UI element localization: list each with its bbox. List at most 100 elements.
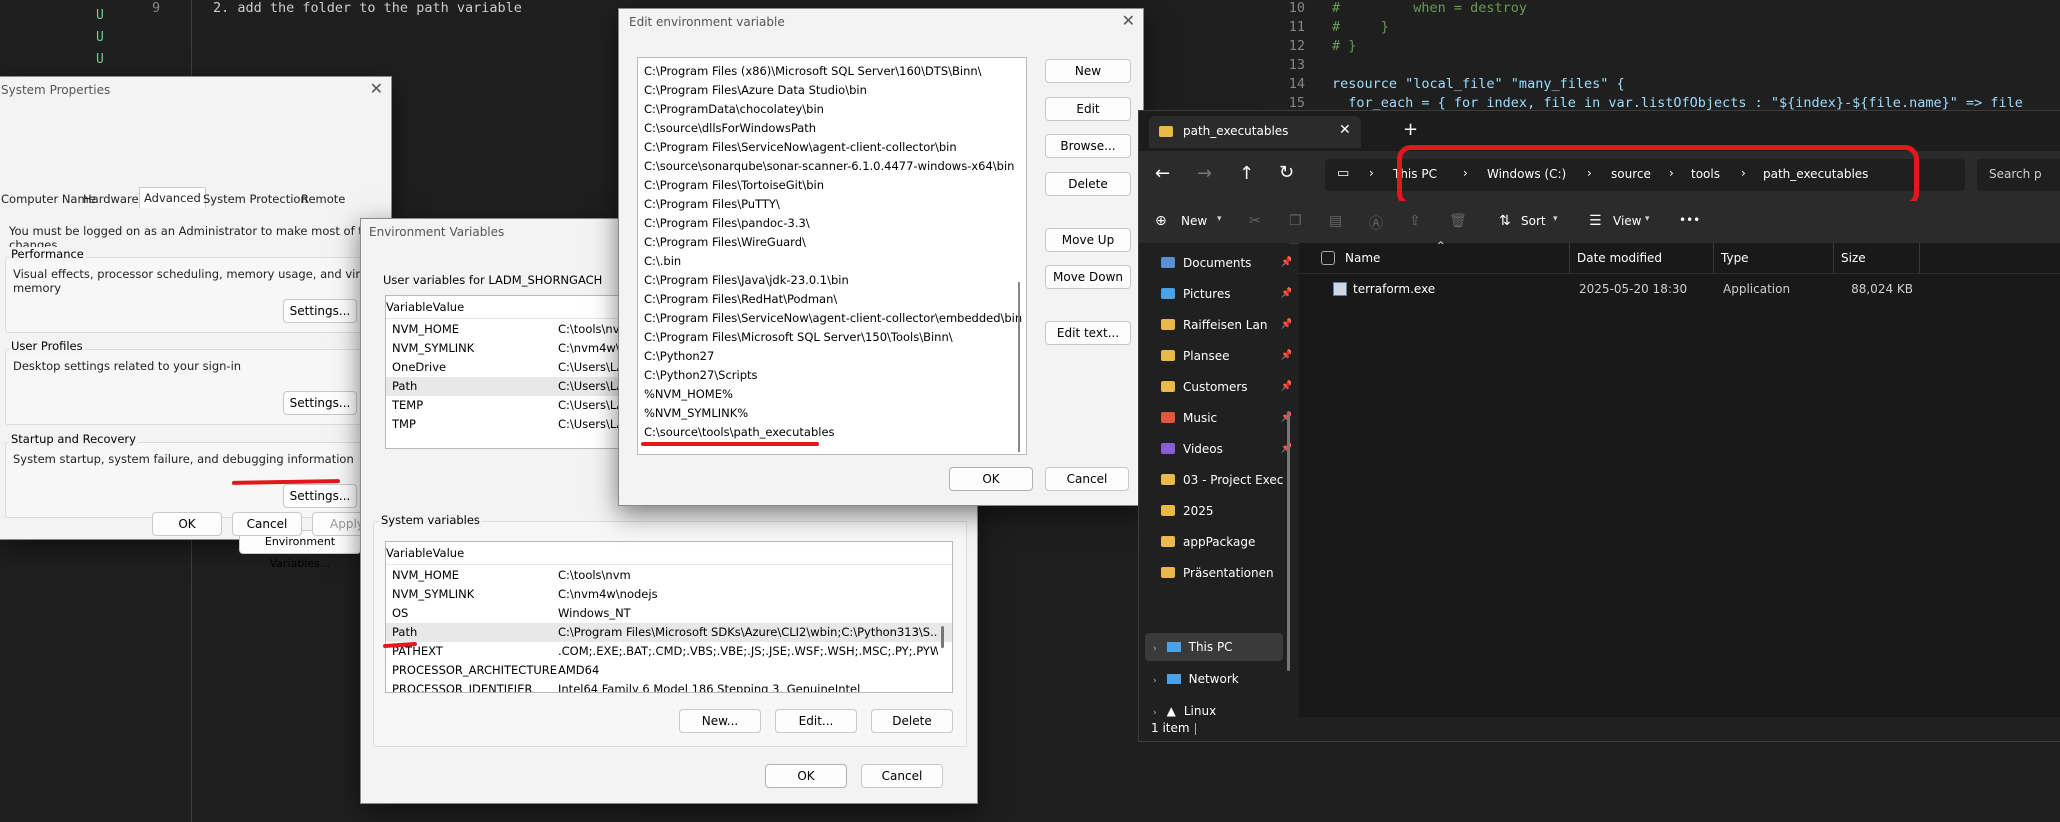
- tab-advanced[interactable]: Advanced: [139, 187, 206, 208]
- table-row[interactable]: Path C:\Program Files\Microsoft SDKs\Azur…: [386, 623, 952, 642]
- table-row[interactable]: NVM_HOME C:\tools\nvm: [386, 566, 952, 585]
- path-entry[interactable]: %NVM_HOME%: [638, 385, 1026, 404]
- startup-settings-button[interactable]: Settings...: [283, 484, 357, 508]
- path-entry[interactable]: C:\ProgramData\chocolatey\bin: [638, 100, 1026, 119]
- edit-text-button[interactable]: Edit text...: [1045, 321, 1131, 345]
- path-entry[interactable]: C:\Program Files\PuTTY\: [638, 195, 1026, 214]
- scrollbar-thumb[interactable]: [941, 626, 944, 648]
- ok-button[interactable]: OK: [765, 764, 847, 788]
- table-row[interactable]: NVM_SYMLINK C:\nvm4w\nodejs: [386, 585, 952, 604]
- tab-system-protection[interactable]: System Protection: [203, 189, 308, 209]
- more-options-icon[interactable]: •••: [1679, 213, 1700, 227]
- new-variable-button[interactable]: New...: [679, 709, 761, 733]
- scrollbar-thumb[interactable]: [1018, 282, 1020, 452]
- edit-entry-button[interactable]: Edit: [1045, 97, 1131, 121]
- share-icon[interactable]: ⇪: [1409, 213, 1421, 229]
- pin-icon[interactable]: 📌: [1281, 313, 1291, 337]
- file-row[interactable]: terraform.exe 2025-05-20 18:30 Applicati…: [1299, 277, 2060, 301]
- cancel-button[interactable]: Cancel: [861, 764, 943, 788]
- path-entry[interactable]: C:\Program Files (x86)\Microsoft SQL Ser…: [638, 62, 1026, 81]
- back-icon[interactable]: ←: [1155, 163, 1170, 184]
- code-line[interactable]: # }: [1332, 38, 1356, 54]
- sidebar-item[interactable]: Customers 📌: [1161, 375, 1291, 399]
- path-entry[interactable]: C:\Program Files\ServiceNow\agent-client…: [638, 309, 1026, 328]
- code-line[interactable]: # when = destroy: [1332, 0, 1527, 16]
- user-profiles-settings-button[interactable]: Settings...: [283, 391, 357, 415]
- browse-button[interactable]: Browse...: [1045, 134, 1131, 158]
- sidebar-item[interactable]: appPackage: [1161, 530, 1291, 554]
- ok-button[interactable]: OK: [152, 512, 222, 536]
- path-entry[interactable]: C:\source\sonarqube\sonar-scanner-6.1.0.…: [638, 157, 1026, 176]
- tab-hardware[interactable]: Hardware: [83, 189, 139, 209]
- move-up-button[interactable]: Move Up: [1045, 228, 1131, 252]
- path-entry[interactable]: C:\Program Files\pandoc-3.3\: [638, 214, 1026, 233]
- scrollbar-thumb[interactable]: [1287, 411, 1290, 671]
- new-tab-icon[interactable]: +: [1403, 119, 1418, 140]
- delete-icon[interactable]: 🗑: [1449, 213, 1467, 229]
- sidebar-item[interactable]: Music 📌: [1161, 406, 1291, 430]
- chevron-down-icon[interactable]: ▾: [1553, 214, 1558, 224]
- table-row[interactable]: PROCESSOR_ARCHITECTURE AMD64: [386, 661, 952, 680]
- view-button[interactable]: View: [1613, 214, 1641, 228]
- chevron-down-icon[interactable]: ▾: [1645, 214, 1650, 224]
- path-entry[interactable]: C:\Program Files\Java\jdk-23.0.1\bin: [638, 271, 1026, 290]
- column-header-value[interactable]: Value: [433, 300, 465, 314]
- select-all-checkbox[interactable]: [1321, 251, 1335, 265]
- column-header-value[interactable]: Value: [433, 546, 465, 560]
- pin-icon[interactable]: 📌: [1281, 251, 1291, 275]
- paste-icon[interactable]: ▤: [1329, 213, 1342, 229]
- tab-computer-name[interactable]: Computer Name: [1, 189, 96, 209]
- sidebar-item[interactable]: Pictures 📌: [1161, 282, 1291, 306]
- code-line[interactable]: for_each = { for index, file in var.list…: [1332, 95, 2023, 111]
- explorer-tab[interactable]: path_executables ✕: [1149, 116, 1361, 148]
- column-header-type[interactable]: Type: [1721, 251, 1749, 265]
- tree-item-network[interactable]: › Network: [1153, 667, 1283, 691]
- sort-button[interactable]: Sort: [1521, 214, 1546, 228]
- table-row[interactable]: OS Windows_NT: [386, 604, 952, 623]
- close-icon[interactable]: ✕: [1122, 11, 1135, 30]
- close-icon[interactable]: ✕: [1339, 122, 1351, 138]
- pin-icon[interactable]: 📌: [1281, 344, 1291, 368]
- cut-icon[interactable]: ✂: [1249, 213, 1261, 229]
- move-down-button[interactable]: Move Down: [1045, 265, 1131, 289]
- refresh-icon[interactable]: ↻: [1279, 162, 1294, 183]
- rename-icon[interactable]: Ⓐ: [1369, 213, 1383, 233]
- new-button[interactable]: New: [1181, 214, 1207, 228]
- path-entry[interactable]: C:\Program Files\Azure Data Studio\bin: [638, 81, 1026, 100]
- tree-item-this-pc[interactable]: › This PC: [1153, 635, 1283, 659]
- search-box[interactable]: Search p: [1977, 159, 2060, 191]
- sidebar-item[interactable]: 2025: [1161, 499, 1291, 523]
- code-line[interactable]: 2. add the folder to the path variable: [213, 0, 522, 16]
- up-icon[interactable]: ↑: [1239, 163, 1254, 184]
- path-entry[interactable]: C:\Program Files\ServiceNow\agent-client…: [638, 138, 1026, 157]
- table-row[interactable]: PATHEXT .COM;.EXE;.BAT;.CMD;.VBS;.VBE;.JS…: [386, 642, 952, 661]
- table-row[interactable]: PROCESSOR_IDENTIFIER Intel64 Family 6 Mod…: [386, 680, 952, 692]
- path-entry[interactable]: C:\source\dllsForWindowsPath: [638, 119, 1026, 138]
- performance-settings-button[interactable]: Settings...: [283, 299, 357, 323]
- pin-icon[interactable]: 📌: [1281, 375, 1291, 399]
- path-entry[interactable]: C:\source\tools\path_executables: [638, 423, 1026, 442]
- column-header-size[interactable]: Size: [1841, 251, 1866, 265]
- chevron-right-icon[interactable]: ›: [1369, 166, 1374, 180]
- close-icon[interactable]: ✕: [370, 79, 383, 98]
- column-header-name[interactable]: Name: [1345, 251, 1380, 265]
- sidebar-item[interactable]: Raiffeisen Lan 📌: [1161, 313, 1291, 337]
- path-entry[interactable]: C:\Python27: [638, 347, 1026, 366]
- ok-button[interactable]: OK: [949, 467, 1033, 491]
- system-variables-list[interactable]: VariableValue NVM_HOME C:\tools\nvm NVM_S…: [385, 541, 953, 693]
- path-entry[interactable]: C:\Python27\Scripts: [638, 366, 1026, 385]
- sidebar-item[interactable]: Plansee 📌: [1161, 344, 1291, 368]
- tab-remote[interactable]: Remote: [301, 189, 345, 209]
- path-entry[interactable]: C:\Program Files\TortoiseGit\bin: [638, 176, 1026, 195]
- sidebar-item[interactable]: Präsentationen: [1161, 561, 1291, 585]
- code-line[interactable]: # }: [1332, 19, 1389, 35]
- delete-variable-button[interactable]: Delete: [871, 709, 953, 733]
- column-header-variable[interactable]: Variable: [386, 546, 433, 560]
- sidebar-item[interactable]: Documents 📌: [1161, 251, 1291, 275]
- new-icon[interactable]: ⊕: [1155, 213, 1167, 229]
- path-entry[interactable]: C:\Program Files\WireGuard\: [638, 233, 1026, 252]
- cancel-button[interactable]: Cancel: [1045, 467, 1129, 491]
- path-entry[interactable]: C:\.bin: [638, 252, 1026, 271]
- sidebar-item[interactable]: Videos 📌: [1161, 437, 1291, 461]
- path-entry[interactable]: C:\Program Files\RedHat\Podman\: [638, 290, 1026, 309]
